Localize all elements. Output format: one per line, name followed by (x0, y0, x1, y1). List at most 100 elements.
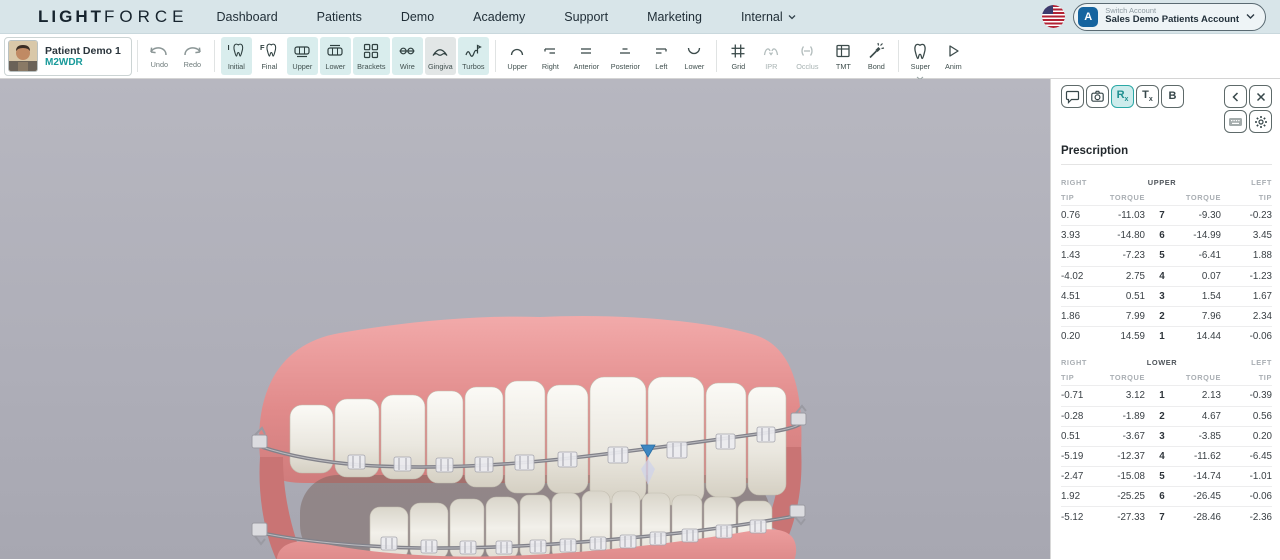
table-row[interactable]: 1.92-25.256-26.45-0.06 (1061, 486, 1272, 506)
upper-label: Upper (292, 62, 312, 71)
grid-button[interactable]: Grid (723, 37, 754, 75)
table-row[interactable]: 1.43-7.235-6.411.88 (1061, 245, 1272, 265)
ipr-button[interactable]: IPR (756, 37, 787, 75)
view-left-button[interactable]: Left (646, 37, 677, 75)
wire-label: Wire (400, 62, 415, 71)
tooth-final-icon: F (259, 41, 279, 61)
nav-item-patients[interactable]: Patients (317, 10, 362, 24)
ipr-icon (761, 41, 781, 61)
tx-button[interactable]: Tx (1136, 85, 1159, 108)
table-row[interactable]: 0.51-3.673-3.850.20 (1061, 426, 1272, 446)
lightforce-app: LIGHTFORCE Dashboard Patients Demo Acade… (0, 0, 1280, 560)
undo-button[interactable]: Undo (144, 37, 175, 75)
view-right-button[interactable]: Right (535, 37, 566, 75)
col-header-tip: TIP (1221, 193, 1272, 202)
close-panel-button[interactable] (1249, 85, 1272, 108)
table-row[interactable]: 1.867.9927.962.34 (1061, 306, 1272, 326)
settings-button[interactable] (1249, 110, 1272, 133)
gingiva-label: Gingiva (428, 62, 453, 71)
table-row[interactable]: -5.19-12.374-11.62-6.45 (1061, 446, 1272, 466)
rx-label: R (1117, 89, 1125, 101)
account-switcher[interactable]: A Switch Account Sales Demo Patients Acc… (1073, 3, 1266, 31)
toolbar-divider (495, 40, 496, 72)
table-row[interactable]: -0.28-1.8924.670.56 (1061, 406, 1272, 426)
table-row[interactable]: 0.76-11.037-9.30-0.23 (1061, 205, 1272, 225)
teeth-model[interactable] (250, 307, 810, 559)
gingiva-toggle[interactable]: Gingiva (425, 37, 456, 75)
view-upper-label: Upper (507, 62, 527, 71)
toolbar-divider (716, 40, 717, 72)
svg-text:I: I (228, 43, 230, 52)
table-row[interactable]: 0.2014.59114.44-0.06 (1061, 326, 1272, 346)
wire-icon (397, 41, 417, 61)
table-row[interactable]: 3.93-14.806-14.993.45 (1061, 225, 1272, 245)
nav-item-support[interactable]: Support (564, 10, 608, 24)
tx-label: T (1142, 89, 1149, 101)
redo-icon (181, 43, 203, 59)
undo-label: Undo (151, 60, 168, 69)
patient-name: Patient Demo 1 (45, 45, 121, 57)
toolbar-divider (214, 40, 215, 72)
view-upper-button[interactable]: Upper (502, 37, 533, 75)
account-name: Sales Demo Patients Account (1105, 15, 1239, 26)
nav-item-marketing[interactable]: Marketing (647, 10, 702, 24)
logo-light: FORCE (104, 7, 189, 26)
comment-button[interactable] (1061, 85, 1084, 108)
account-avatar: A (1078, 7, 1098, 27)
brackets-toggle[interactable]: Brackets (353, 37, 390, 75)
redo-button[interactable]: Redo (177, 37, 208, 75)
nav-item-academy[interactable]: Academy (473, 10, 525, 24)
lightforce-logo[interactable]: LIGHTFORCE (38, 7, 189, 27)
bolton-button[interactable]: B (1161, 85, 1184, 108)
col-header-tip: TIP (1061, 193, 1097, 202)
anim-button[interactable]: Anim (938, 37, 969, 75)
view-posterior-button[interactable]: Posterior (607, 37, 644, 75)
turbos-toggle[interactable]: Turbos (458, 37, 489, 75)
us-flag-icon[interactable] (1042, 5, 1065, 28)
collapse-panel-button[interactable] (1224, 85, 1247, 108)
lower-table-col-headers: TIP TORQUE TORQUE TIP (1061, 370, 1272, 385)
upper-arch-icon (292, 41, 312, 61)
prescription-title: Prescription (1061, 145, 1272, 165)
bond-button[interactable]: Bond (861, 37, 892, 75)
patient-code-link[interactable]: M2WDR (45, 57, 121, 68)
chevron-down-icon (1246, 13, 1255, 20)
camera-button[interactable] (1086, 85, 1109, 108)
patient-chip[interactable]: Patient Demo 1 M2WDR (4, 37, 132, 76)
upper-arch-header: UPPER (1145, 178, 1179, 187)
anim-label: Anim (945, 62, 962, 71)
lower-table-body: -0.713.1212.13-0.39 -0.28-1.8924.670.56 … (1061, 385, 1272, 526)
final-stage-button[interactable]: F Final (254, 37, 285, 75)
nav-item-internal[interactable]: Internal (741, 10, 796, 24)
tmt-button[interactable]: TMT (828, 37, 859, 75)
lower-label: Lower (325, 62, 345, 71)
prescription-panel: Rx Tx B (1050, 79, 1280, 559)
view-anterior-icon (576, 41, 596, 61)
table-row[interactable]: -4.022.7540.07-1.23 (1061, 266, 1272, 286)
table-row[interactable]: -5.12-27.337-28.46-2.36 (1061, 506, 1272, 526)
occlus-button[interactable]: Occlus (789, 37, 826, 75)
upper-left-header: LEFT (1179, 178, 1272, 187)
table-row[interactable]: -2.47-15.085-14.74-1.01 (1061, 466, 1272, 486)
nav-item-demo[interactable]: Demo (401, 10, 434, 24)
wire-toggle[interactable]: Wire (392, 37, 423, 75)
table-row[interactable]: 4.510.5131.541.67 (1061, 286, 1272, 306)
keyboard-button[interactable] (1224, 110, 1247, 133)
view-lower-button[interactable]: Lower (679, 37, 710, 75)
prescription-rx-button[interactable]: Rx (1111, 85, 1134, 108)
upper-arch-toggle[interactable]: Upper (287, 37, 318, 75)
table-row[interactable]: -0.713.1212.13-0.39 (1061, 385, 1272, 405)
view-anterior-button[interactable]: Anterior (568, 37, 605, 75)
initial-stage-button[interactable]: I Initial (221, 37, 252, 75)
lower-arch-toggle[interactable]: Lower (320, 37, 351, 75)
grid-label: Grid (731, 62, 745, 71)
nav-item-dashboard[interactable]: Dashboard (217, 10, 278, 24)
view-posterior-icon (615, 41, 635, 61)
lower-left-header: LEFT (1179, 358, 1272, 367)
toolbar-divider (898, 40, 899, 72)
super-button[interactable]: Super (905, 37, 936, 75)
col-header-torque: TORQUE (1179, 373, 1221, 382)
view-left-icon (651, 41, 671, 61)
3d-viewport[interactable] (0, 79, 1050, 559)
gingiva-icon (430, 41, 450, 61)
